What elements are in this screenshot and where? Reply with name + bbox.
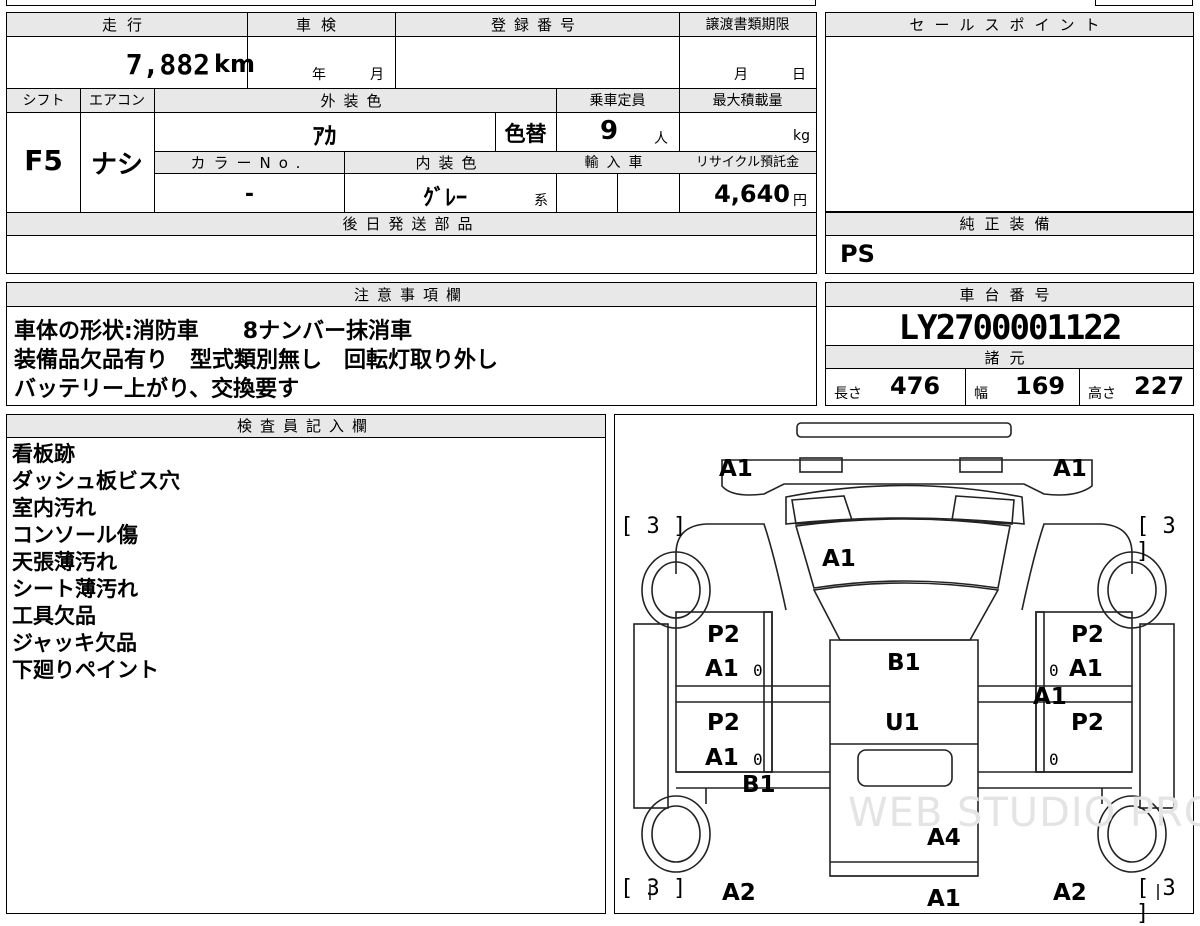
inspector-list: 看板跡 ダッシュ板ビス穴 室内汚れ コンソール傷 天張薄汚れ シート薄汚れ 工具… xyxy=(12,441,180,684)
inspector-item: コンソール傷 xyxy=(12,523,138,547)
chassis-no-value: LY2700001122 xyxy=(898,308,1123,348)
max-load-unit: kg xyxy=(793,128,810,144)
width-label: 幅 xyxy=(974,386,988,402)
divider xyxy=(965,369,966,406)
shift-header: シフト xyxy=(22,93,65,109)
mark-rl-door-a: A1 xyxy=(705,745,739,771)
mark-left-sill: B1 xyxy=(742,772,776,798)
mileage-header: 走行 xyxy=(101,16,152,34)
mark-roof-front: B1 xyxy=(887,650,921,676)
height-label: 高さ xyxy=(1088,386,1116,402)
genuine-equipment-header: 純正装備 xyxy=(826,213,1193,236)
mark-rear-left: A2 xyxy=(722,880,756,906)
mark-front-left: A1 xyxy=(719,456,753,482)
note-line-1: 車体の形状:消防車 8ナンバー抹消車 xyxy=(14,319,413,344)
tire-bracket-rr: [ 3 ] xyxy=(1136,876,1176,926)
inspector-item: 天張薄汚れ xyxy=(12,550,117,574)
genuine-equipment-value: PS xyxy=(840,240,875,268)
chassis-no-header: 車台番号 xyxy=(826,283,1193,307)
capacity-value: 9 xyxy=(600,116,619,146)
divider xyxy=(1079,369,1080,406)
note-line-3: バッテリー上がり、交換要す xyxy=(14,377,300,402)
capacity-unit: 人 xyxy=(654,131,668,147)
inspector-item: 下廻りペイント xyxy=(12,658,159,682)
later-parts-header: 後日発送部品 xyxy=(7,213,816,236)
shift-value: F5 xyxy=(24,144,63,177)
aircon-value: ナシ xyxy=(90,150,143,180)
color-changed-label: 色替 xyxy=(504,122,547,146)
inspector-item: 室内汚れ xyxy=(12,496,96,520)
aircon-header: エアコン xyxy=(89,93,145,109)
tire-bracket-fr: [ 3 ] xyxy=(1136,514,1176,564)
note-line-2: 装備品欠品有り 型式類別無し 回転灯取り外し xyxy=(14,348,499,373)
divider xyxy=(395,13,396,88)
inspector-item: シート薄汚れ xyxy=(12,577,138,601)
mark-fr-door-a: A1 xyxy=(1069,656,1103,682)
inspection-header: 車検 xyxy=(295,16,346,34)
color-no-header: カラーNo. xyxy=(190,154,309,172)
exterior-color-header: 外装色 xyxy=(320,92,390,110)
mark-rear-center: A1 xyxy=(927,886,961,912)
mark-rl-door-p: P2 xyxy=(707,710,740,736)
inspector-item: ジャッキ欠品 xyxy=(12,631,137,655)
length-value: 476 xyxy=(890,372,941,400)
exterior-color-value: ｱｶ xyxy=(312,122,337,150)
mark-hood: A1 xyxy=(822,546,856,572)
mark-fr-zero: 0 xyxy=(1049,661,1059,680)
divider xyxy=(679,13,680,88)
mark-fl-zero: 0 xyxy=(753,661,763,680)
registration-header: 登録番号 xyxy=(490,16,583,34)
inspection-month-unit: 月 xyxy=(370,67,384,83)
transfer-deadline-header: 譲渡書類期限 xyxy=(705,17,790,33)
tire-bracket-rl: [ 3 ] xyxy=(620,876,687,901)
recycle-header: リサイクル預託金 xyxy=(695,155,800,170)
mark-right-pillar: A1 xyxy=(1033,684,1067,710)
import-header: 輸入車 xyxy=(584,155,651,171)
inspector-item: 工具欠品 xyxy=(12,604,96,628)
divider xyxy=(617,174,618,212)
inspector-header: 検査員記入欄 xyxy=(7,415,605,438)
inspector-item: ダッシュ板ビス穴 xyxy=(12,469,180,493)
tire-bracket-fl: [ 3 ] xyxy=(620,514,687,539)
recycle-fee-value: 4,640 xyxy=(714,180,790,208)
interior-color-value: ｸﾞﾚｰ xyxy=(422,186,467,211)
mileage-unit: km xyxy=(214,50,255,78)
mileage-value: 7,882 xyxy=(125,48,210,81)
width-value: 169 xyxy=(1015,372,1066,400)
height-value: 227 xyxy=(1134,372,1185,400)
mark-fl-door-a: A1 xyxy=(705,656,739,682)
mark-rear-right: A2 xyxy=(1053,880,1087,906)
mark-rl-zero: 0 xyxy=(753,750,763,769)
capacity-header: 乗車定員 xyxy=(589,93,646,109)
sale-points-panel xyxy=(825,12,1194,212)
length-label: 長さ xyxy=(834,386,862,402)
mark-rr-zero: 0 xyxy=(1049,750,1059,769)
specs-header: 諸元 xyxy=(826,345,1193,369)
watermark: WEB STUDIO PRO xyxy=(848,790,1200,836)
inspection-year-unit: 年 xyxy=(312,67,326,83)
mark-rr-door-p: P2 xyxy=(1071,710,1104,736)
sale-points-header: セールスポイント xyxy=(826,13,1193,37)
recycle-fee-unit: 円 xyxy=(793,193,807,209)
mark-roof-mid: U1 xyxy=(885,710,920,736)
mark-fl-door-p: P2 xyxy=(707,622,740,648)
transfer-day-unit: 日 xyxy=(792,67,806,83)
top-clipped-strip-right xyxy=(1095,0,1193,6)
interior-color-header: 内装色 xyxy=(415,154,485,172)
color-no-value: - xyxy=(244,182,255,207)
mark-roof-rear: A4 xyxy=(927,825,961,851)
max-load-header: 最大積載量 xyxy=(712,93,783,109)
inspector-item: 看板跡 xyxy=(12,442,75,466)
transfer-month-unit: 月 xyxy=(734,67,748,83)
top-clipped-strip xyxy=(6,0,816,6)
mark-front-right: A1 xyxy=(1053,456,1087,482)
interior-color-suffix: 系 xyxy=(534,193,548,209)
mark-fr-door-p: P2 xyxy=(1071,622,1104,648)
notes-header: 注意事項欄 xyxy=(7,283,816,307)
